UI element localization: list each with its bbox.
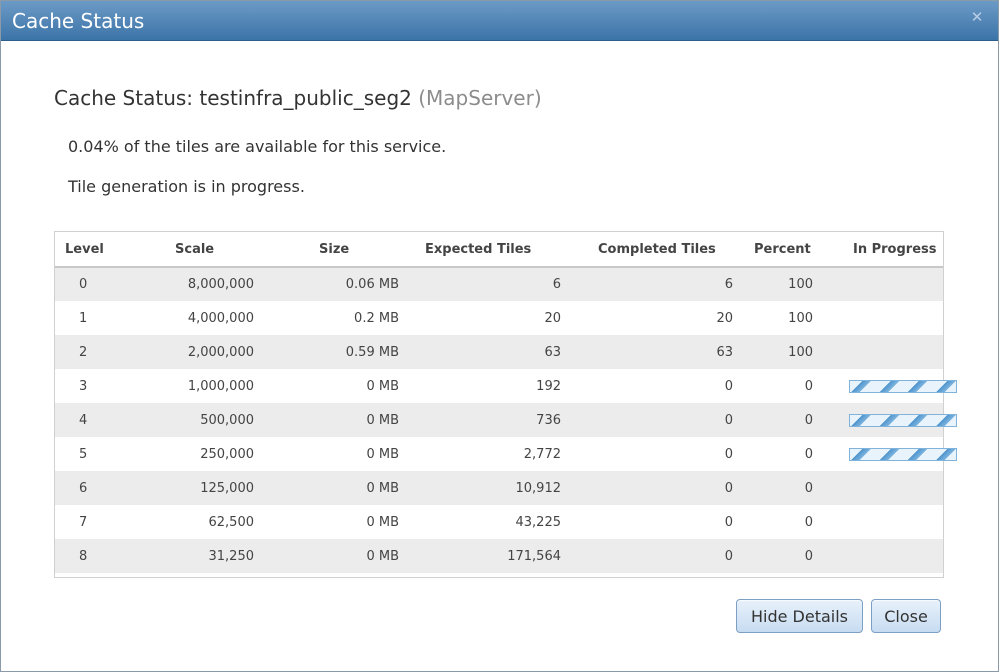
cell-completed-tiles: 6 <box>588 267 754 301</box>
cell-size: 0 MB <box>311 539 422 573</box>
column-header-completed-tiles[interactable]: Completed Tiles <box>588 232 754 268</box>
table-row[interactable]: 4 500,000 0 MB 736 0 0 <box>55 403 957 437</box>
cell-scale: 500,000 <box>155 403 311 437</box>
service-type-label: (MapServer) <box>418 86 542 110</box>
column-header-scale[interactable]: Scale <box>155 232 311 268</box>
cell-in-progress <box>847 403 957 437</box>
table-row[interactable]: 0 8,000,000 0.06 MB 6 6 100 <box>55 267 943 301</box>
cell-completed-tiles: 0 <box>588 505 754 539</box>
table-row[interactable]: 1 4,000,000 0.2 MB 20 20 100 <box>55 301 943 335</box>
cell-scale: 250,000 <box>155 437 311 471</box>
cell-expected-tiles: 6 <box>422 267 588 301</box>
cell-in-progress <box>847 505 943 539</box>
cell-in-progress <box>847 539 943 573</box>
table-row[interactable]: 6 125,000 0 MB 10,912 0 0 <box>55 471 943 505</box>
page-title: Cache Status: testinfra_public_seg2 (Map… <box>54 85 542 111</box>
in-progress-bar <box>849 379 957 393</box>
cell-in-progress <box>847 335 943 369</box>
cell-level: 6 <box>55 471 155 505</box>
column-header-percent[interactable]: Percent <box>754 232 847 268</box>
cell-completed-tiles: 0 <box>588 369 754 403</box>
cell-in-progress <box>847 471 943 505</box>
cell-expected-tiles: 10,912 <box>422 471 588 505</box>
cell-level: 2 <box>55 335 155 369</box>
cell-size: 0 MB <box>311 505 422 539</box>
cell-level: 1 <box>55 301 155 335</box>
in-progress-bar <box>849 413 957 427</box>
cell-expected-tiles: 20 <box>422 301 588 335</box>
cell-size: 0.2 MB <box>311 301 422 335</box>
cell-percent: 0 <box>754 403 847 437</box>
close-button[interactable]: Close <box>871 599 941 633</box>
table-row[interactable]: 3 1,000,000 0 MB 192 0 0 <box>55 369 957 403</box>
cell-percent: 0 <box>754 505 847 539</box>
cell-level: 5 <box>55 437 155 471</box>
in-progress-bar <box>849 447 957 461</box>
cell-completed-tiles: 63 <box>588 335 754 369</box>
cell-percent: 0 <box>754 539 847 573</box>
cell-scale: 1,000,000 <box>155 369 311 403</box>
cell-level: 7 <box>55 505 155 539</box>
cell-in-progress <box>847 301 943 335</box>
generation-status-message: Tile generation is in progress. <box>68 177 305 196</box>
cell-in-progress <box>847 437 957 471</box>
cache-status-dialog: Cache Status ✕ Cache Status: testinfra_p… <box>0 0 999 672</box>
cell-scale: 8,000,000 <box>155 267 311 301</box>
cell-level: 8 <box>55 539 155 573</box>
cell-expected-tiles: 2,772 <box>422 437 588 471</box>
column-header-level[interactable]: Level <box>55 232 155 268</box>
cell-level: 0 <box>55 267 155 301</box>
cell-size: 0 MB <box>311 437 422 471</box>
cell-size: 0 MB <box>311 471 422 505</box>
column-header-in-progress[interactable]: In Progress <box>847 232 943 268</box>
cell-percent: 0 <box>754 437 847 471</box>
dialog-titlebar[interactable]: Cache Status ✕ <box>1 1 998 41</box>
cell-completed-tiles: 0 <box>588 403 754 437</box>
cell-expected-tiles: 171,564 <box>422 539 588 573</box>
cell-expected-tiles: 43,225 <box>422 505 588 539</box>
cell-scale: 125,000 <box>155 471 311 505</box>
table-header-row: Level Scale Size Expected Tiles Complete… <box>55 232 943 268</box>
cell-size: 0 MB <box>311 403 422 437</box>
cell-size: 0.59 MB <box>311 335 422 369</box>
cell-percent: 100 <box>754 267 847 301</box>
cell-percent: 0 <box>754 369 847 403</box>
cell-scale: 62,500 <box>155 505 311 539</box>
table-row[interactable]: 7 62,500 0 MB 43,225 0 0 <box>55 505 943 539</box>
cell-expected-tiles: 192 <box>422 369 588 403</box>
cell-percent: 0 <box>754 471 847 505</box>
cell-size: 0.06 MB <box>311 267 422 301</box>
cell-completed-tiles: 0 <box>588 471 754 505</box>
cell-level: 3 <box>55 369 155 403</box>
cell-in-progress <box>847 369 957 403</box>
table-row[interactable]: 8 31,250 0 MB 171,564 0 0 <box>55 539 943 573</box>
dialog-title: Cache Status <box>12 9 145 33</box>
column-header-expected-tiles[interactable]: Expected Tiles <box>422 232 588 268</box>
cell-size: 0 MB <box>311 369 422 403</box>
cell-expected-tiles: 736 <box>422 403 588 437</box>
table-row[interactable]: 5 250,000 0 MB 2,772 0 0 <box>55 437 957 471</box>
service-name-heading: Cache Status: testinfra_public_seg2 <box>54 86 412 110</box>
cell-completed-tiles: 20 <box>588 301 754 335</box>
cell-scale: 4,000,000 <box>155 301 311 335</box>
cell-expected-tiles: 63 <box>422 335 588 369</box>
cache-levels-table: Level Scale Size Expected Tiles Complete… <box>54 231 957 578</box>
hide-details-button[interactable]: Hide Details <box>736 599 863 633</box>
table-row[interactable]: 2 2,000,000 0.59 MB 63 63 100 <box>55 335 943 369</box>
cell-in-progress <box>847 267 943 301</box>
cell-scale: 31,250 <box>155 539 311 573</box>
column-header-size[interactable]: Size <box>311 232 422 268</box>
availability-message: 0.04% of the tiles are available for thi… <box>68 137 447 156</box>
cell-level: 4 <box>55 403 155 437</box>
cell-percent: 100 <box>754 301 847 335</box>
cell-scale: 2,000,000 <box>155 335 311 369</box>
cell-completed-tiles: 0 <box>588 437 754 471</box>
cell-percent: 100 <box>754 335 847 369</box>
close-icon[interactable]: ✕ <box>970 10 984 25</box>
cell-completed-tiles: 0 <box>588 539 754 573</box>
